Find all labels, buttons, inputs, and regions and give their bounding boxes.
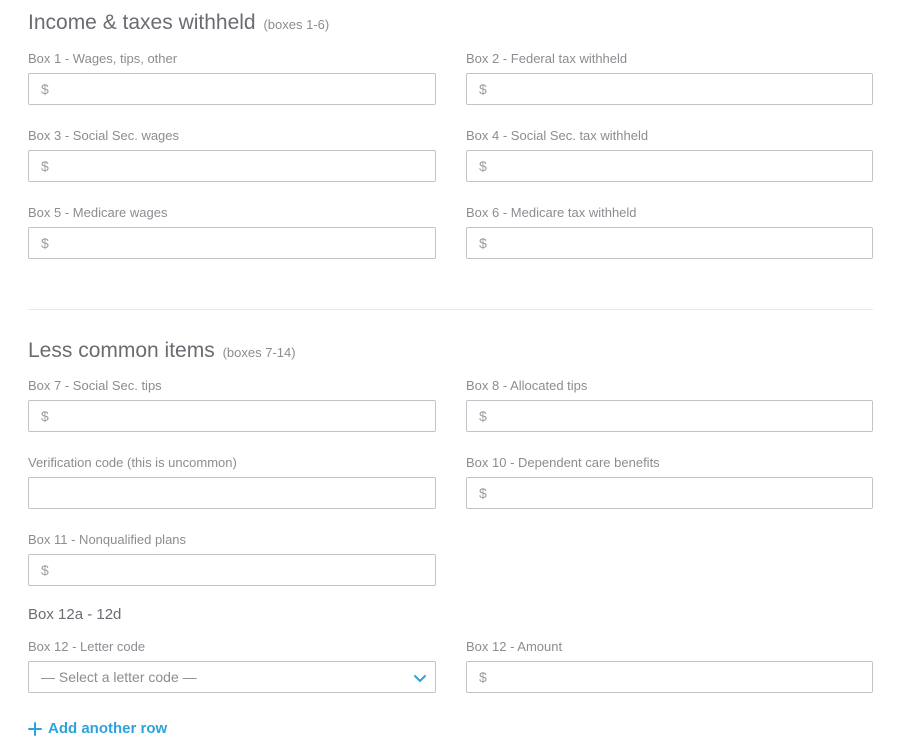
box10-input[interactable]: $ (466, 477, 873, 509)
box7-input[interactable]: $ (28, 400, 436, 432)
box12-amount-input[interactable]: $ (466, 661, 873, 693)
box12-heading: Box 12a - 12d (28, 606, 122, 623)
plus-icon (28, 721, 42, 736)
currency-prefix: $ (479, 408, 487, 424)
currency-prefix: $ (41, 562, 49, 578)
add-another-row-label: Add another row (48, 720, 168, 737)
verification-code-label: Verification code (this is uncommon) (28, 455, 237, 470)
currency-prefix: $ (41, 81, 49, 97)
box6-label: Box 6 - Medicare tax withheld (466, 205, 637, 220)
chevron-down-icon (414, 675, 426, 682)
currency-prefix: $ (41, 235, 49, 251)
box1-input[interactable]: $ (28, 73, 436, 105)
box11-input[interactable]: $ (28, 554, 436, 586)
currency-prefix: $ (41, 408, 49, 424)
box12-letter-code-select[interactable]: — Select a letter code — (28, 661, 436, 693)
box3-label: Box 3 - Social Sec. wages (28, 128, 180, 143)
less-common-section-title: Less common items (boxes 7-14) (28, 339, 296, 363)
income-section-heading: Income & taxes withheld (28, 11, 256, 34)
currency-prefix: $ (479, 485, 487, 501)
box8-input[interactable]: $ (466, 400, 873, 432)
box5-input[interactable]: $ (28, 227, 436, 259)
less-common-section-heading: Less common items (28, 339, 215, 362)
income-section-title: Income & taxes withheld (boxes 1-6) (28, 11, 329, 35)
income-section-subtitle: (boxes 1-6) (263, 17, 330, 32)
box2-label: Box 2 - Federal tax withheld (466, 51, 628, 66)
box12-letter-code-label: Box 12 - Letter code (28, 639, 146, 654)
box4-label: Box 4 - Social Sec. tax withheld (466, 128, 649, 143)
box3-input[interactable]: $ (28, 150, 436, 182)
box11-label: Box 11 - Nonqualified plans (28, 532, 187, 547)
letter-code-placeholder: — Select a letter code — (41, 669, 197, 685)
box8-label: Box 8 - Allocated tips (466, 378, 588, 393)
box5-label: Box 5 - Medicare wages (28, 205, 168, 220)
box6-input[interactable]: $ (466, 227, 873, 259)
verification-code-input[interactable] (28, 477, 436, 509)
box4-input[interactable]: $ (466, 150, 873, 182)
currency-prefix: $ (479, 235, 487, 251)
box1-label: Box 1 - Wages, tips, other (28, 51, 178, 66)
box12-amount-label: Box 12 - Amount (466, 639, 563, 654)
currency-prefix: $ (479, 158, 487, 174)
currency-prefix: $ (41, 158, 49, 174)
add-another-row-button[interactable]: Add another row (28, 720, 167, 737)
box10-label: Box 10 - Dependent care benefits (466, 455, 660, 470)
box2-input[interactable]: $ (466, 73, 873, 105)
less-common-section-subtitle: (boxes 7-14) (222, 345, 296, 360)
currency-prefix: $ (479, 669, 487, 685)
section-divider (28, 309, 873, 310)
box7-label: Box 7 - Social Sec. tips (28, 378, 162, 393)
currency-prefix: $ (479, 81, 487, 97)
